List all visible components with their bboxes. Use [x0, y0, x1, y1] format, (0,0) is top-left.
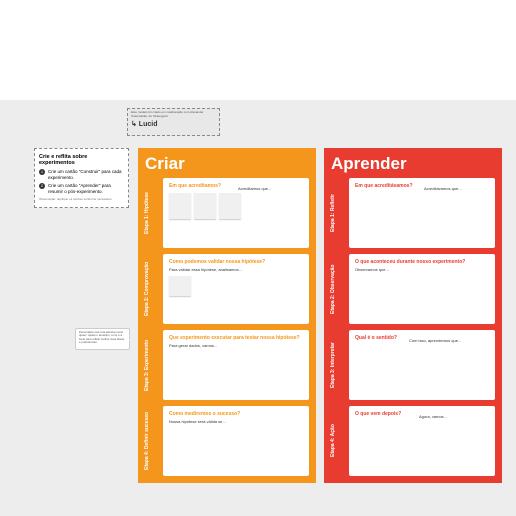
aprender-step1-label: Etapa 1: Refletir	[331, 178, 349, 248]
criar-step4-label: Etapa 4: Definir sucesso	[145, 406, 163, 476]
criar-title: Criar	[145, 154, 309, 174]
sticky-note[interactable]	[169, 193, 191, 219]
card-hint: Observamos que...	[355, 267, 489, 272]
card-hint: Acreditamos que...	[238, 186, 271, 191]
aprender-step1-card[interactable]: Em que acreditávamos? Acreditávamos que.…	[349, 178, 495, 248]
card-question: Como podemos validar nossa hipótese?	[169, 259, 303, 265]
card-hint: Acreditávamos que...	[424, 186, 462, 191]
criar-step2-card[interactable]: Como podemos validar nossa hipótese? Par…	[163, 254, 309, 324]
criar-step3-card[interactable]: Que experimento executar para testar nos…	[163, 330, 309, 400]
card-hint: Nossa hipótese será válida se...	[169, 419, 303, 424]
instructions-title: Crie e reflita sobre experimentos	[39, 154, 124, 166]
aprender-step3-card[interactable]: Qual é o sentido? Com isso, aprendemos q…	[349, 330, 495, 400]
aprender-title: Aprender	[331, 154, 495, 174]
criar-step2-label: Etapa 2: Comprovação	[145, 254, 163, 324]
card-hint: Para gerar dados, vamos...	[169, 343, 303, 348]
badge-2: 2	[39, 183, 45, 189]
instruction-row: 1 Crie um cartão "Construir" para cada e…	[39, 169, 124, 181]
sticky-note[interactable]	[219, 193, 241, 219]
criar-section-2: Etapa 2: Comprovação Como podemos valida…	[145, 254, 309, 324]
aprender-section-4: Etapa 4: Ação O que vem depois? Agora, v…	[331, 406, 495, 476]
sticky-note[interactable]	[194, 193, 216, 219]
card-hint: Para validar essa hipótese, analisamos..…	[169, 267, 303, 272]
card-question: O que aconteceu durante nosso experiment…	[355, 259, 489, 265]
aprender-step4-card[interactable]: O que vem depois? Agora, vamos...	[349, 406, 495, 476]
criar-step3-label: Etapa 3: Experimento	[145, 330, 163, 400]
card-question: Em que acreditamos?	[169, 183, 303, 189]
canvas[interactable]: Este modelo foi criado em colaboração co…	[0, 100, 516, 516]
aprender-step2-card[interactable]: O que aconteceu durante nosso experiment…	[349, 254, 495, 324]
criar-section-4: Etapa 4: Definir sucesso Como mediremos …	[145, 406, 309, 476]
criar-step1-card[interactable]: Em que acreditamos? Acreditamos que...	[163, 178, 309, 248]
brand-box[interactable]: Este modelo foi criado em colaboração co…	[127, 108, 220, 136]
instruction-text-1: Crie um cartão "Construir" para cada exp…	[48, 169, 124, 181]
aprender-section-1: Etapa 1: Refletir Em que acreditávamos? …	[331, 178, 495, 248]
instruction-row: 2 Crie um cartão "Aprender" para resumir…	[39, 183, 124, 195]
aprender-section-2: Etapa 2: Observação O que aconteceu dura…	[331, 254, 495, 324]
aprender-step4-label: Etapa 4: Ação	[331, 406, 349, 476]
sticky-note[interactable]	[169, 276, 191, 296]
aprender-panel[interactable]: Aprender Etapa 1: Refletir Em que acredi…	[324, 148, 502, 483]
card-question: Que experimento executar para testar nos…	[169, 335, 303, 341]
card-question: Em que acreditávamos?	[355, 183, 489, 189]
card-question: Como mediremos o sucesso?	[169, 411, 303, 417]
criar-panel[interactable]: Criar Etapa 1: Hipótese Em que acreditam…	[138, 148, 316, 483]
criar-step4-card[interactable]: Como mediremos o sucesso? Nossa hipótese…	[163, 406, 309, 476]
instructions-panel[interactable]: Crie e reflita sobre experimentos 1 Crie…	[34, 148, 129, 208]
brand-hint: Este modelo foi criado em colaboração co…	[131, 111, 216, 118]
instruction-text-2: Crie um cartão "Aprender" para resumir o…	[48, 183, 124, 195]
lucid-logo: ↳ Lucid	[131, 120, 216, 128]
criar-step1-label: Etapa 1: Hipótese	[145, 178, 163, 248]
card-hint: Agora, vamos...	[419, 414, 447, 419]
criar-section-3: Etapa 3: Experimento Que experimento exe…	[145, 330, 309, 400]
criar-section-1: Etapa 1: Hipótese Em que acreditamos? Ac…	[145, 178, 309, 248]
aprender-step2-label: Etapa 2: Observação	[331, 254, 349, 324]
badge-1: 1	[39, 169, 45, 175]
card-hint: Com isso, aprendemos que...	[409, 338, 461, 343]
aprender-section-3: Etapa 3: Interpretar Qual é o sentido? C…	[331, 330, 495, 400]
aprender-step3-label: Etapa 3: Interpretar	[331, 330, 349, 400]
instructions-note: Observação: duplique os cartões conforme…	[39, 198, 124, 202]
tooltip[interactable]: Personalize sua nota adesiva como quiser…	[75, 328, 130, 350]
